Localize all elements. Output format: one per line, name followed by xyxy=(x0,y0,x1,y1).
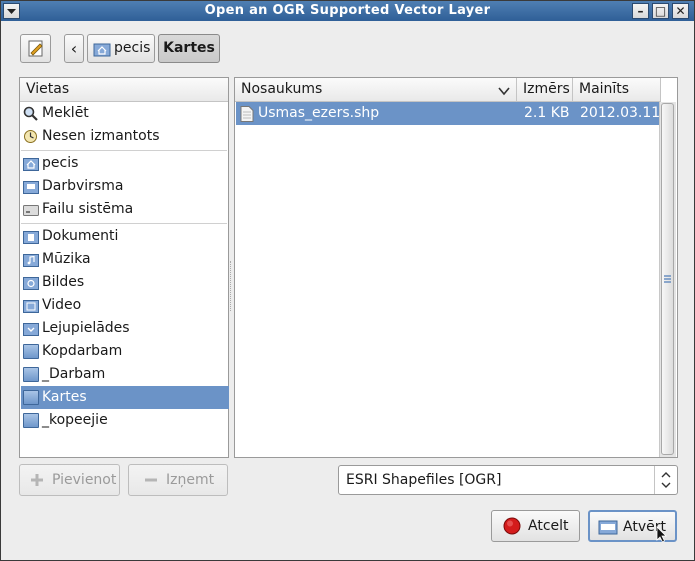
file-name: Usmas_ezers.shp xyxy=(258,105,380,121)
add-button-label: Pievienot xyxy=(52,472,117,488)
file-modified: 2012.03.11. xyxy=(580,105,659,121)
sidebar-item-label: _Darbam xyxy=(42,366,106,382)
column-header-modified[interactable]: Mainīts xyxy=(573,78,661,102)
edit-location-button[interactable] xyxy=(20,34,51,63)
folder-icon xyxy=(23,344,39,359)
close-button[interactable]: ✕ xyxy=(672,3,689,19)
sidebar-item-darbam[interactable]: _Darbam xyxy=(21,363,229,386)
sidebar-item-kopeejie[interactable]: _kopeejie xyxy=(21,409,229,432)
minus-icon xyxy=(145,478,157,482)
open-folder-icon xyxy=(598,520,618,535)
path-crumb-home[interactable]: pecis xyxy=(87,34,155,63)
sidebar-item-label: Video xyxy=(42,297,82,313)
plus-icon xyxy=(31,474,43,486)
updown-arrows-icon xyxy=(661,472,671,488)
add-bookmark-button[interactable]: Pievienot xyxy=(19,464,120,496)
sidebar-item-kartes[interactable]: Kartes xyxy=(21,386,229,409)
folder-icon xyxy=(23,367,39,382)
scrollbar-thumb[interactable] xyxy=(661,103,674,455)
sidebar-item-label: Kopdarbam xyxy=(42,343,123,359)
sort-down-icon xyxy=(498,87,510,96)
sidebar-separator xyxy=(21,150,227,151)
sidebar-item-label: Meklēt xyxy=(42,105,89,121)
filter-value: ESRI Shapefiles [OGR] xyxy=(346,472,502,488)
downloads-folder-icon xyxy=(23,323,39,336)
file-icon xyxy=(240,106,254,122)
documents-folder-icon xyxy=(23,231,39,244)
pictures-folder-icon xyxy=(23,277,39,290)
video-folder-icon xyxy=(23,300,39,313)
vertical-scrollbar[interactable] xyxy=(659,102,676,457)
magnifier-icon xyxy=(23,106,38,121)
file-size: 2.1 KB xyxy=(524,105,570,121)
sidebar-item-label: Nesen izmantots xyxy=(42,128,160,144)
close-icon: ✕ xyxy=(675,4,686,18)
title-bar[interactable]: Open an OGR Supported Vector Layer – □ ✕ xyxy=(1,1,694,21)
sidebar-item-kopdarbam[interactable]: Kopdarbam xyxy=(21,340,229,363)
sidebar-item-label: Darbvirsma xyxy=(42,178,124,194)
mouse-cursor-icon xyxy=(656,526,667,543)
minimize-icon: – xyxy=(637,4,644,18)
sidebar-item-label: Bildes xyxy=(42,274,85,290)
sidebar-item-music[interactable]: Mūzika xyxy=(21,248,229,271)
clock-icon xyxy=(24,130,37,143)
path-back-button[interactable]: ‹ xyxy=(64,34,84,63)
sidebar-item-videos[interactable]: Video xyxy=(21,294,229,317)
cancel-button-label: Atcelt xyxy=(528,518,569,534)
chevron-left-icon: ‹ xyxy=(70,39,78,58)
places-sidebar: Vietas Meklēt Nesen izmantots pecis Darb… xyxy=(19,77,229,458)
column-header-label: Nosaukums xyxy=(241,81,323,97)
sidebar-item-downloads[interactable]: Lejupielādes xyxy=(21,317,229,340)
sidebar-item-label: pecis xyxy=(42,155,79,171)
column-header-label: Mainīts xyxy=(579,81,630,97)
remove-button-label: Izņemt xyxy=(166,472,215,488)
desktop-folder-icon xyxy=(23,181,39,194)
file-dialog-window: Open an OGR Supported Vector Layer – □ ✕… xyxy=(0,0,695,561)
minimize-button[interactable]: – xyxy=(632,3,649,19)
cancel-button[interactable]: Atcelt xyxy=(491,510,580,542)
folder-icon xyxy=(23,390,39,405)
column-header-label: Izmērs xyxy=(523,81,570,97)
sidebar-item-label: Kartes xyxy=(42,389,87,405)
filter-dropdown-arrow xyxy=(654,466,677,494)
sidebar-item-home[interactable]: pecis xyxy=(21,152,229,175)
pencil-icon xyxy=(28,40,43,57)
sidebar-item-pictures[interactable]: Bildes xyxy=(21,271,229,294)
crumb-label: pecis xyxy=(114,40,151,56)
maximize-icon: □ xyxy=(654,4,667,18)
sidebar-item-search[interactable]: Meklēt xyxy=(21,102,229,125)
table-row[interactable]: Usmas_ezers.shp 2.1 KB 2012.03.11. xyxy=(236,102,659,125)
file-type-filter[interactable]: ESRI Shapefiles [OGR] xyxy=(338,465,678,495)
sidebar-item-filesystem[interactable]: Failu sistēma xyxy=(21,198,229,221)
sidebar-item-label: Dokumenti xyxy=(42,228,119,244)
maximize-button[interactable]: □ xyxy=(652,3,669,19)
sidebar-item-desktop[interactable]: Darbvirsma xyxy=(21,175,229,198)
sidebar-separator xyxy=(21,223,227,224)
sidebar-item-label: Mūzika xyxy=(42,251,91,267)
sidebar-item-label: _kopeejie xyxy=(42,412,108,428)
crumb-label: Kartes xyxy=(163,40,215,56)
remove-bookmark-button[interactable]: Izņemt xyxy=(128,464,228,496)
column-header-name[interactable]: Nosaukums xyxy=(235,78,517,102)
window-title: Open an OGR Supported Vector Layer xyxy=(204,3,491,18)
grip-icon xyxy=(664,275,671,283)
places-header: Vietas xyxy=(20,78,228,102)
sidebar-item-label: Lejupielādes xyxy=(42,320,130,336)
sidebar-item-label: Failu sistēma xyxy=(42,201,134,217)
folder-icon xyxy=(23,413,39,428)
music-folder-icon xyxy=(23,254,39,267)
file-list: Nosaukums Izmērs Mainīts Usmas_ezers.shp… xyxy=(234,77,678,458)
drive-icon xyxy=(23,205,39,216)
home-folder-icon xyxy=(23,158,39,171)
sidebar-item-documents[interactable]: Dokumenti xyxy=(21,225,229,248)
column-header-size[interactable]: Izmērs xyxy=(517,78,573,102)
sidebar-item-recent[interactable]: Nesen izmantots xyxy=(21,125,229,148)
path-crumb-current[interactable]: Kartes xyxy=(158,34,220,63)
home-folder-icon xyxy=(93,43,111,57)
cancel-icon xyxy=(503,517,521,535)
open-button[interactable]: Atvērt xyxy=(588,510,677,543)
